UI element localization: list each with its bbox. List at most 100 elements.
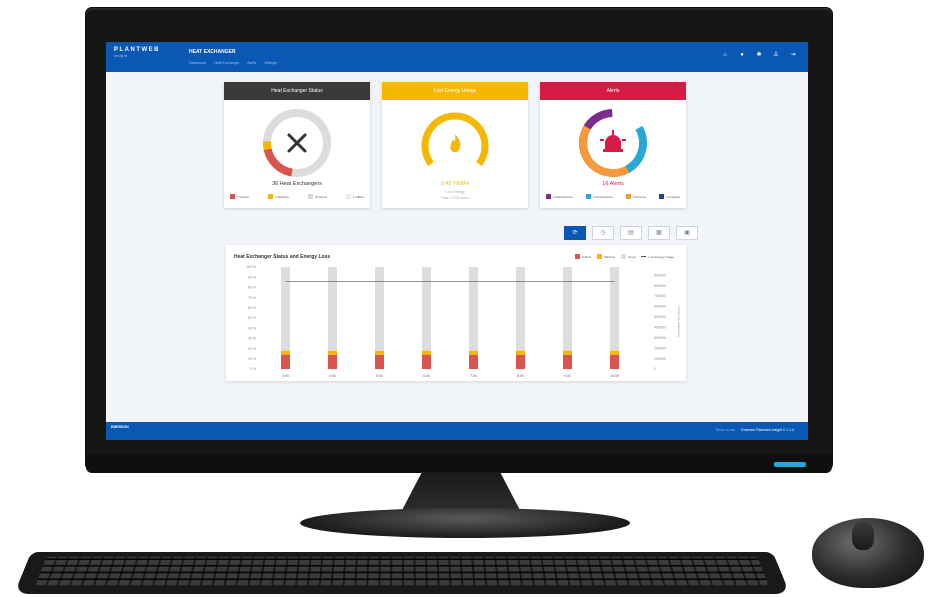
nav-dashboard[interactable]: Dashboard — [189, 61, 206, 65]
legend-analysis: 4 Analysis — [659, 194, 680, 199]
energy-card[interactable]: Lost Energy Usage 0.45 TKWH Loss Energy … — [382, 82, 528, 208]
status-card[interactable]: Heat Exchanger Status 36 Heat Exchangers… — [224, 82, 370, 208]
bar-critical — [563, 354, 572, 369]
terms-link[interactable]: Terms of use — [715, 428, 735, 432]
energy-card-header: Lost Energy Usage — [382, 82, 528, 100]
tools-icon — [287, 133, 307, 153]
bar-critical — [516, 354, 525, 369]
legend-performance: 3 Performance — [585, 194, 613, 199]
flame-icon — [450, 134, 461, 153]
bar-warning — [516, 350, 525, 355]
chart-legend-critical: Critical — [574, 254, 591, 259]
alerts-value: 16 Alerts — [602, 181, 624, 187]
y-tick-label: 10 % — [248, 357, 256, 361]
y2-axis-label: Lost Energy Usage (kw) — [677, 305, 681, 337]
energy-value: 0.45 TKWH — [440, 181, 470, 187]
bar-critical — [610, 354, 619, 369]
top-bar: PLANTWEB insight HEAT EXCHANGER Dashboar… — [106, 42, 808, 72]
nav-heat-exchanger[interactable]: Heat Exchanger — [214, 61, 239, 65]
siren-icon — [600, 130, 626, 152]
product-photo: PLANTWEB insight HEAT EXCHANGER Dashboar… — [0, 0, 930, 597]
bar-good — [375, 267, 384, 351]
nav-settings[interactable]: Settings — [264, 61, 277, 65]
calendar-month-icon[interactable]: ▣ — [676, 226, 698, 240]
x-tick-label: 4:00 — [329, 374, 336, 378]
chart-legend-energy: Lost Energy Usage — [641, 254, 674, 259]
brand-logo[interactable]: PLANTWEB insight — [114, 47, 160, 58]
legend-offline: 1 Offline — [345, 194, 364, 199]
brand-sub: insight — [114, 54, 128, 58]
energy-total: Total 1.2000 kw/m — [440, 196, 470, 200]
refresh-icon[interactable]: ⟳ — [564, 226, 586, 240]
legend-process: 5 Process — [625, 194, 646, 199]
home-icon[interactable]: ⌂ — [722, 52, 728, 58]
x-tick-label: 7:00 — [470, 374, 477, 378]
nav-alerts[interactable]: Alerts — [247, 61, 256, 65]
y2-tick-label: 600000 — [654, 305, 666, 309]
legend-maintenance: 4 Maintenance — [546, 194, 573, 199]
computer-mouse — [812, 518, 924, 588]
brand-name: PLANTWEB — [114, 47, 160, 53]
y2-tick-label: 900000 — [654, 273, 666, 277]
bar-good — [563, 267, 572, 351]
x-tick-label: 3:00 — [282, 374, 289, 378]
y2-tick-label: 300000 — [654, 336, 666, 340]
y-tick-label: 20 % — [248, 347, 256, 351]
y-tick-label: 100 % — [246, 265, 256, 269]
status-card-header: Heat Exchanger Status — [224, 82, 370, 100]
monitor-base — [300, 508, 630, 538]
bar-good — [328, 267, 337, 351]
legend-critical: 7 Critical — [230, 194, 249, 199]
bar-warning — [281, 350, 290, 355]
y2-tick-label: 800000 — [654, 284, 666, 288]
calendar-week-icon[interactable]: ▦ — [648, 226, 670, 240]
settings-icon[interactable]: ✱ — [756, 52, 762, 58]
y-tick-label: 60 % — [248, 306, 256, 310]
clock-icon[interactable]: ◷ — [592, 226, 614, 240]
legend-good: 25 Good — [307, 194, 327, 199]
energy-sub-label: Loss Energy — [445, 190, 465, 194]
top-icons: ⌂ ● ✱ ♙ ⇥ — [722, 52, 796, 58]
bar-warning — [375, 350, 384, 355]
x-tick-label: 5:00 — [376, 374, 383, 378]
y2-tick-label: 100000 — [654, 357, 666, 361]
status-legend: 7 Critical 3 Warning 25 Good 1 Offline — [230, 194, 364, 199]
bar-warning — [563, 350, 572, 355]
alerts-legend: 4 Maintenance 3 Performance 5 Process 4 … — [546, 194, 680, 199]
x-tick-label: 6:00 — [423, 374, 430, 378]
info-icon[interactable]: ● — [739, 52, 745, 58]
y-tick-label: 30 % — [248, 337, 256, 341]
status-donut — [262, 109, 331, 177]
footer-bar: EMERSON Terms of use Emerson Plantweb In… — [106, 422, 808, 440]
bar-warning — [469, 350, 478, 355]
bar-warning — [610, 350, 619, 355]
y-tick-label: 40 % — [248, 326, 256, 330]
calendar-day-icon[interactable]: ▤ — [620, 226, 642, 240]
bar-good — [469, 267, 478, 351]
bar-critical — [422, 354, 431, 369]
alerts-card[interactable]: Alerts 16 Alerts 4 Maintenance 3 Perform… — [540, 82, 686, 208]
bar-critical — [281, 354, 290, 369]
bar-good — [516, 267, 525, 351]
chart-legend-warning: Warning — [597, 254, 615, 259]
main-nav: Dashboard Heat Exchanger Alerts Settings — [189, 61, 277, 65]
power-indicator — [774, 462, 806, 467]
user-icon[interactable]: ♙ — [773, 52, 779, 58]
footer-links: Terms of use Emerson Plantweb Insight V … — [715, 428, 794, 432]
legend-warning: 3 Warning — [268, 194, 289, 199]
x-tick-label: 10:00 — [610, 374, 619, 378]
alerts-card-header: Alerts — [540, 82, 686, 100]
y-tick-label: 70 % — [248, 296, 256, 300]
energy-gauge — [421, 112, 489, 167]
monitor-chin — [86, 455, 832, 473]
chart-legend-good: Good — [621, 254, 635, 259]
status-value: 36 Heat Exchangers — [272, 181, 322, 187]
chart-canvas: 0 % 10 % 20 % 30 % 40 % 50 % 60 % 70 % 80 % 90 % 1… — [246, 265, 681, 378]
time-range-toolbar: ⟳ ◷ ▤ ▦ ▣ — [564, 226, 698, 240]
y2-tick-label: 700000 — [654, 294, 666, 298]
y2-tick-label: 500000 — [654, 315, 666, 319]
bar-warning — [328, 350, 337, 355]
y-tick-label: 90 % — [248, 275, 256, 279]
bar-good — [610, 267, 619, 351]
logout-icon[interactable]: ⇥ — [790, 52, 796, 58]
